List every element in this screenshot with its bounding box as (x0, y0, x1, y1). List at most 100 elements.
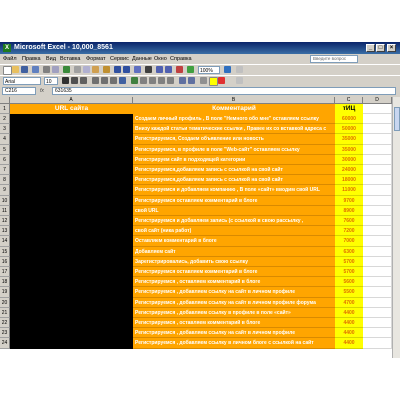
comment-cell[interactable]: Регистрируемся , оставляем комментарий в… (133, 277, 335, 288)
empty-cell[interactable] (363, 154, 392, 165)
comment-cell[interactable]: свой сайт (ника работ) (133, 226, 335, 237)
tic-cell[interactable]: 7600 (335, 216, 363, 227)
email-icon[interactable] (32, 66, 39, 73)
tic-cell[interactable]: 4400 (335, 307, 363, 318)
empty-cell[interactable] (363, 124, 392, 135)
url-cell[interactable] (10, 185, 133, 196)
tic-cell[interactable]: 5500 (335, 287, 363, 298)
col-header-d[interactable]: D (363, 97, 392, 104)
header-url[interactable]: URL сайта (10, 104, 133, 114)
url-cell[interactable] (10, 226, 133, 237)
menu-file[interactable]: Файл (3, 54, 17, 64)
empty-cell[interactable] (363, 226, 392, 237)
cut-icon[interactable] (74, 66, 81, 73)
minimize-button[interactable]: _ (366, 44, 375, 52)
copy-icon[interactable] (83, 66, 90, 73)
underline-icon[interactable] (80, 77, 87, 84)
row-header[interactable]: 6 (0, 154, 10, 165)
tic-cell[interactable]: 35000 (335, 144, 363, 155)
preview-icon[interactable] (52, 66, 59, 73)
url-cell[interactable] (10, 144, 133, 155)
url-cell[interactable] (10, 328, 133, 339)
comment-cell[interactable]: Регистрируемся , оставляем комментарий в… (133, 318, 335, 329)
url-cell[interactable] (10, 165, 133, 176)
empty-cell[interactable] (363, 134, 392, 145)
empty-cell[interactable] (363, 114, 392, 125)
font-size-select[interactable]: 10 (44, 77, 58, 85)
row-header[interactable]: 24 (0, 338, 10, 349)
paste-icon[interactable] (92, 66, 99, 73)
comment-cell[interactable]: Регистрируемся, в профиле в поле "Web-са… (133, 144, 335, 155)
empty-cell[interactable] (363, 236, 392, 247)
fill-color-icon[interactable] (209, 77, 218, 86)
url-cell[interactable] (10, 124, 133, 135)
formatting-options-icon[interactable] (236, 77, 243, 84)
tic-cell[interactable]: 4400 (335, 328, 363, 339)
empty-cell[interactable] (363, 195, 392, 206)
borders-icon[interactable] (200, 77, 207, 84)
col-header-b[interactable]: B (133, 97, 335, 104)
new-icon[interactable] (3, 66, 12, 75)
comment-cell[interactable]: Создаем личный профиль , В поле "Немного… (133, 114, 335, 125)
menu-window[interactable]: Окно (154, 54, 167, 64)
comment-cell[interactable]: Регистрируемся , добавляем ссылку на сай… (133, 287, 335, 298)
tic-cell[interactable]: 4700 (335, 297, 363, 308)
comment-cell[interactable]: Добавляем сайт (133, 246, 335, 257)
menu-view[interactable]: Вид (46, 54, 56, 64)
italic-icon[interactable] (71, 77, 78, 84)
row-header[interactable]: 12 (0, 216, 10, 227)
cell-d[interactable] (363, 104, 392, 114)
tic-cell[interactable]: 7000 (335, 236, 363, 247)
open-icon[interactable] (12, 66, 19, 73)
comment-cell[interactable]: Регистрируем сайт в подходящей категории (133, 154, 335, 165)
empty-cell[interactable] (363, 338, 392, 349)
url-cell[interactable] (10, 318, 133, 329)
url-cell[interactable] (10, 195, 133, 206)
hyperlink-icon[interactable] (134, 66, 141, 73)
tic-cell[interactable]: 24000 (335, 165, 363, 176)
chart-wizard-icon[interactable] (176, 66, 183, 73)
menu-tools[interactable]: Сервис (110, 54, 129, 64)
url-cell[interactable] (10, 216, 133, 227)
row-header[interactable]: 20 (0, 297, 10, 308)
empty-cell[interactable] (363, 246, 392, 257)
tic-cell[interactable]: 9700 (335, 195, 363, 206)
tic-cell[interactable]: 50000 (335, 124, 363, 135)
row-header[interactable]: 13 (0, 226, 10, 237)
row-header[interactable]: 8 (0, 175, 10, 186)
worksheet-grid[interactable]: A B C D 1 URL сайта Комментарий тИЦ 2 Соз… (0, 97, 400, 358)
tic-cell[interactable]: 30000 (335, 154, 363, 165)
header-comment[interactable]: Комментарий (133, 104, 335, 114)
comment-cell[interactable]: Регистрируемся и добавляем запись (с ссы… (133, 216, 335, 227)
row-header[interactable]: 4 (0, 134, 10, 145)
row-header[interactable]: 15 (0, 246, 10, 257)
url-cell[interactable] (10, 287, 133, 298)
row-header[interactable]: 7 (0, 165, 10, 176)
comment-cell[interactable]: Регистрируемся , добавляем ссылку в проф… (133, 307, 335, 318)
comment-cell[interactable]: Регистрируемся,добавляем запись с ссылко… (133, 165, 335, 176)
empty-cell[interactable] (363, 144, 392, 155)
help-search-box[interactable]: Введите вопрос (310, 55, 358, 63)
menu-edit[interactable]: Правка (22, 54, 41, 64)
tic-cell[interactable]: 60000 (335, 114, 363, 125)
maximize-button[interactable]: □ (376, 44, 385, 52)
tic-cell[interactable]: 5600 (335, 277, 363, 288)
row-header[interactable]: 2 (0, 114, 10, 125)
row-header[interactable]: 17 (0, 267, 10, 278)
empty-cell[interactable] (363, 297, 392, 308)
empty-cell[interactable] (363, 205, 392, 216)
empty-cell[interactable] (363, 287, 392, 298)
close-button[interactable]: × (387, 44, 396, 52)
row-header[interactable]: 18 (0, 277, 10, 288)
url-cell[interactable] (10, 267, 133, 278)
url-cell[interactable] (10, 134, 133, 145)
empty-cell[interactable] (363, 165, 392, 176)
select-all-corner[interactable] (0, 97, 10, 104)
tic-cell[interactable]: 4400 (335, 318, 363, 329)
tic-cell[interactable]: 8900 (335, 205, 363, 216)
empty-cell[interactable] (363, 175, 392, 186)
tic-cell[interactable]: 35000 (335, 134, 363, 145)
fx-icon[interactable]: fx (40, 87, 44, 95)
tic-cell[interactable]: 6300 (335, 246, 363, 257)
comment-cell[interactable]: Регистрируемся , добавляем ссылку на сай… (133, 297, 335, 308)
